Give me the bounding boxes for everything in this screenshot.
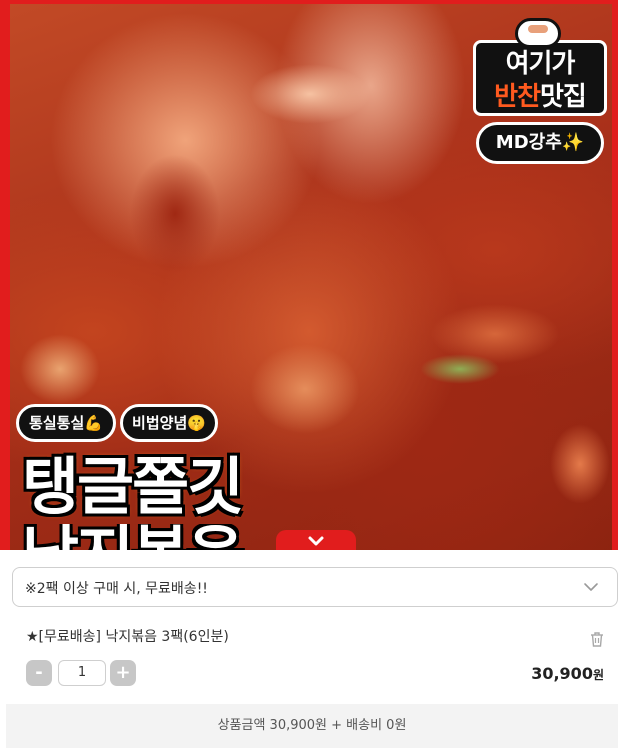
sticker-line-1: 여기가 xyxy=(505,49,576,79)
order-summary: 상품금액 30,900원 + 배송비 0원 xyxy=(6,704,618,748)
bowl-icon xyxy=(515,18,561,48)
secret-sauce-badge: 비법양념🤫 xyxy=(120,404,218,442)
md-recommend-badge: MD강추✨ xyxy=(476,122,604,164)
banchan-sticker: 여기가 반찬맛집 xyxy=(473,40,607,116)
food-texture xyxy=(250,64,370,124)
option-select[interactable]: ※2팩 이상 구매 시, 무료배송!! xyxy=(12,567,618,607)
chevron-down-icon xyxy=(584,583,598,591)
product-image: 여기가 반찬맛집 MD강추✨ 통실통실💪 비법양념🤫 탱글쫄깃 낙지볶음 xyxy=(0,0,618,550)
chevron-down-icon xyxy=(308,536,324,546)
item-price-value: 30,900 xyxy=(531,664,593,683)
option-select-value: ※2팩 이상 구매 시, 무료배송!! xyxy=(25,581,208,597)
sticker-line-2: 반찬맛집 xyxy=(476,81,604,113)
expand-button[interactable] xyxy=(276,530,356,550)
food-texture xyxy=(550,424,610,504)
selected-item-name: ★[무료배송] 낙지볶음 3팩(6인분) xyxy=(26,629,229,645)
plump-badge: 통실통실💪 xyxy=(16,404,116,442)
price-unit: 원 xyxy=(592,668,604,682)
sticker-highlight: 반찬 xyxy=(494,82,541,112)
food-texture xyxy=(130,154,220,274)
trash-icon[interactable] xyxy=(588,630,606,648)
sticker-rest: 맛집 xyxy=(540,82,587,112)
food-texture xyxy=(420,354,500,384)
food-texture xyxy=(250,344,360,434)
increase-quantity-button[interactable]: + xyxy=(110,660,136,686)
item-price: 30,900원 xyxy=(531,664,604,683)
order-panel: ※2팩 이상 구매 시, 무료배송!! ★[무료배송] 낙지볶음 3팩(6인분)… xyxy=(0,550,618,751)
food-texture xyxy=(20,334,100,404)
quantity-input[interactable]: 1 xyxy=(58,660,106,686)
decrease-quantity-button[interactable]: - xyxy=(26,660,52,686)
